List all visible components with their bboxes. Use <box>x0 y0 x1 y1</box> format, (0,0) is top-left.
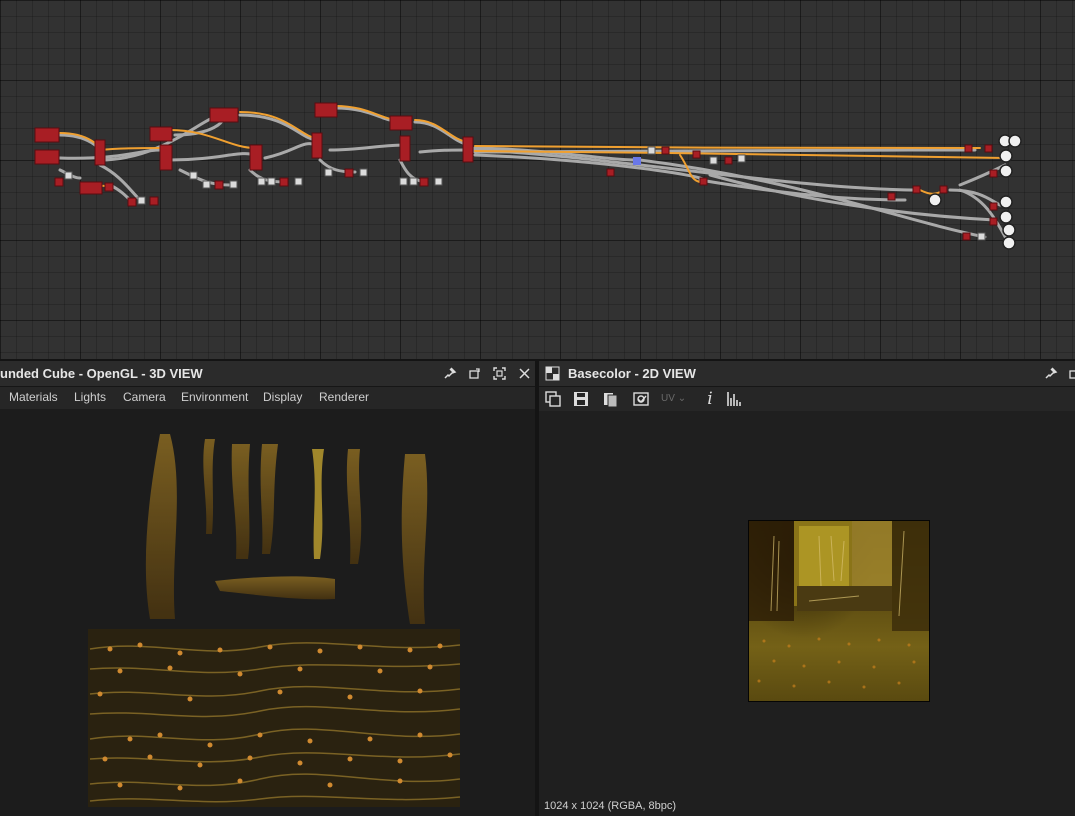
menu-lights[interactable]: Lights <box>74 390 106 404</box>
graph-small-nodes[interactable] <box>64 146 986 241</box>
menu-environment[interactable]: Environment <box>181 390 248 404</box>
info-icon[interactable]: i <box>701 390 719 408</box>
view2d-title: Basecolor - 2D VIEW <box>568 366 696 381</box>
float-window-icon[interactable] <box>467 366 482 381</box>
uv-label: UV <box>661 393 675 404</box>
view3d-panel: unded Cube - OpenGL - 3D VIEW Materials … <box>0 361 535 816</box>
menu-materials[interactable]: Materials <box>9 390 58 404</box>
float-window-icon[interactable] <box>1067 366 1075 381</box>
uv-dropdown[interactable]: UV ⌄ <box>661 390 691 408</box>
graph-wires <box>58 106 1012 247</box>
menu-camera[interactable]: Camera <box>123 390 166 404</box>
histogram-icon[interactable] <box>725 390 743 408</box>
view3d-render <box>88 434 461 807</box>
render-ground <box>88 629 460 807</box>
texture-pattern <box>749 521 929 689</box>
menu-renderer[interactable]: Renderer <box>319 390 369 404</box>
checker-icon <box>545 366 560 381</box>
pin-icon[interactable] <box>442 366 457 381</box>
view2d-titlebar: Basecolor - 2D VIEW <box>539 361 1075 387</box>
menu-display[interactable]: Display <box>263 390 302 404</box>
maximize-icon[interactable] <box>492 366 507 381</box>
view2d-panel: Basecolor - 2D VIEW UV ⌄ i 1024 x 1024 (… <box>539 361 1075 816</box>
view3d-menubar: Materials Lights Camera Environment Disp… <box>0 387 535 409</box>
view3d-viewport[interactable] <box>0 409 535 816</box>
basecolor-texture <box>748 520 930 702</box>
graph-node-blue[interactable] <box>633 157 641 165</box>
clipboard-icon[interactable] <box>601 390 619 408</box>
view3d-titlebar: unded Cube - OpenGL - 3D VIEW <box>0 361 535 387</box>
view3d-title: unded Cube - OpenGL - 3D VIEW <box>0 366 203 381</box>
view2d-toolbar: UV ⌄ i <box>539 387 1075 411</box>
texture-info-status: 1024 x 1024 (RGBA, 8bpc) <box>544 800 677 812</box>
render-strands <box>145 434 428 624</box>
chevron-down-icon: ⌄ <box>677 393 687 404</box>
view-settings-icon[interactable] <box>632 390 650 408</box>
graph-canvas[interactable] <box>0 0 1075 359</box>
node-graph[interactable] <box>0 0 1075 359</box>
copy-view-icon[interactable] <box>544 390 562 408</box>
pin-icon[interactable] <box>1043 366 1058 381</box>
save-icon[interactable] <box>572 390 590 408</box>
graph-nodes[interactable] <box>34 102 998 241</box>
close-icon[interactable] <box>517 366 532 381</box>
view2d-viewport[interactable]: 1024 x 1024 (RGBA, 8bpc) <box>539 411 1075 816</box>
